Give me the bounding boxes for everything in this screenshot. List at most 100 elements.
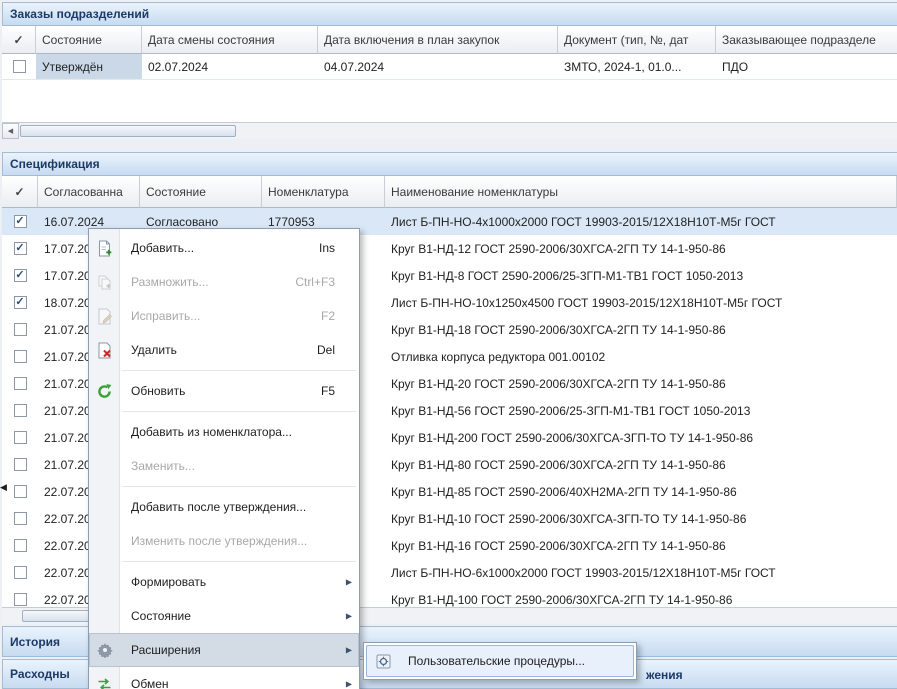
row-checkbox[interactable] [14, 323, 27, 336]
menu-separator [122, 370, 356, 371]
menu-item-shortcut: Ins [305, 241, 335, 255]
menu-item-shortcut: F2 [307, 309, 335, 323]
orders-column-header-2[interactable]: Дата включения в план закупок [318, 26, 558, 54]
empty-icon-slot [95, 423, 114, 441]
spec-column-header-0[interactable]: Согласованна [38, 176, 140, 208]
menu-item-replace: Заменить... [89, 449, 359, 483]
context-menu: Добавить... Ins Размножить... Ctrl+F3 Исправ… [88, 228, 360, 689]
edit-document-icon [95, 307, 114, 325]
orders-grid-body: Утверждён02.07.202404.07.2024ЗМТО, 2024-… [2, 54, 897, 122]
row-checkbox[interactable] [14, 296, 27, 309]
app-window: Заказы подразделений ✓СостояниеДата смен… [0, 0, 897, 689]
spec-row-checkbox-cell [2, 424, 38, 451]
spec-row-checkbox-cell [2, 316, 38, 343]
menu-item-shortcut: F5 [307, 384, 335, 398]
menu-item-label: Добавить... [131, 241, 194, 255]
spec-cell-3: Лист Б-ПН-НО-6х1000х2000 ГОСТ 19903-2015… [385, 559, 897, 586]
row-checkbox[interactable] [14, 539, 27, 552]
orders-column-header-4[interactable]: Заказывающее подразделе [716, 26, 897, 54]
menu-item-edit: Исправить... F2 [89, 299, 359, 333]
spec-cell-3: Круг В1-НД-200 ГОСТ 2590-2006/30ХГСА-ЗГП… [385, 424, 897, 451]
scrollbar-thumb[interactable] [20, 125, 236, 137]
orders-column-header-0[interactable]: Состояние [36, 26, 142, 54]
spec-row-checkbox-cell [2, 505, 38, 532]
row-checkbox[interactable] [14, 512, 27, 525]
orders-row-0[interactable]: Утверждён02.07.202404.07.2024ЗМТО, 2024-… [2, 54, 897, 80]
spec-panel-header[interactable]: Спецификация [2, 152, 897, 176]
spec-cell-3: Лист Б-ПН-НО-10х1250х4500 ГОСТ 19903-201… [385, 289, 897, 316]
spec-row-checkbox-cell [2, 397, 38, 424]
right-panel-title-fragment: жения [646, 668, 683, 682]
row-checkbox[interactable] [14, 404, 27, 417]
orders-cell-2: 04.07.2024 [318, 54, 558, 79]
orders-cell-0: Утверждён [36, 54, 142, 79]
spec-column-header-1[interactable]: Состояние [140, 176, 262, 208]
spec-row-checkbox-cell [2, 343, 38, 370]
menu-item-label: Исправить... [131, 309, 200, 323]
empty-icon-slot [95, 573, 114, 591]
row-checkbox[interactable] [13, 60, 26, 73]
spec-column-header-3[interactable]: Наименование номенклатуры [385, 176, 897, 208]
user-procedures-icon [374, 652, 393, 670]
spec-cell-3: Лист Б-ПН-НО-4х1000х2000 ГОСТ 19903-2015… [385, 208, 897, 235]
row-checkbox[interactable] [14, 593, 27, 606]
menu-item-add-after-approval[interactable]: Добавить после утверждения... [89, 490, 359, 524]
row-checkbox[interactable] [14, 377, 27, 390]
spec-select-all-header[interactable]: ✓ [2, 176, 38, 208]
orders-horizontal-scrollbar[interactable]: ◀ [2, 122, 897, 139]
menu-item-refresh[interactable]: Обновить F5 [89, 374, 359, 408]
menu-item-label: Размножить... [131, 275, 209, 289]
scroll-left-button[interactable]: ◀ [2, 123, 19, 139]
spec-cell-3: Отливка корпуса редуктора 001.00102 [385, 343, 897, 370]
menu-item-delete[interactable]: УдалитьDel [89, 333, 359, 367]
spec-row-checkbox-cell [2, 586, 38, 607]
menu-item-exchange[interactable]: Обмен▶ [89, 667, 359, 689]
menu-item-label: Добавить из номенклатора... [131, 425, 292, 439]
menu-item-form[interactable]: Формировать▶ [89, 565, 359, 599]
menu-item-add[interactable]: Добавить... Ins [89, 231, 359, 265]
spec-panel-title: Спецификация [10, 157, 100, 171]
row-checkbox[interactable] [14, 350, 27, 363]
menu-item-edit-after-approval: Изменить после утверждения... [89, 524, 359, 558]
menu-item-label: Состояние [131, 609, 191, 623]
row-checkbox[interactable] [14, 242, 27, 255]
row-checkbox[interactable] [14, 269, 27, 282]
submenu-item-user-procedures[interactable]: Пользовательские процедуры... [366, 645, 634, 677]
menu-item-label: Расширения [131, 643, 201, 657]
row-checkbox[interactable] [14, 566, 27, 579]
spec-cell-3: Круг В1-НД-80 ГОСТ 2590-2006/30ХГСА-2ГП … [385, 451, 897, 478]
row-checkbox[interactable] [14, 458, 27, 471]
splitter-collapse-arrow-icon[interactable]: ◀ [0, 483, 7, 492]
empty-icon-slot [95, 457, 114, 475]
orders-panel-header[interactable]: Заказы подразделений [2, 2, 897, 26]
orders-column-header-1[interactable]: Дата смены состояния [142, 26, 318, 54]
spec-cell-3: Круг В1-НД-8 ГОСТ 2590-2006/25-3ГП-М1-ТВ… [385, 262, 897, 289]
menu-separator [122, 561, 356, 562]
spec-column-header-2[interactable]: Номенклатура [262, 176, 385, 208]
spec-cell-3: Круг В1-НД-18 ГОСТ 2590-2006/30ХГСА-2ГП … [385, 316, 897, 343]
submenu-arrow-icon: ▶ [346, 680, 352, 689]
exchange-icon [95, 675, 114, 689]
orders-cell-3: ЗМТО, 2024-1, 01.0... [558, 54, 716, 79]
menu-item-label: Изменить после утверждения... [131, 534, 307, 548]
row-checkbox[interactable] [14, 215, 27, 228]
empty-icon-slot [95, 532, 114, 550]
spec-row-checkbox-cell [2, 235, 38, 262]
menu-item-state[interactable]: Состояние ▶ [89, 599, 359, 633]
orders-select-all-header[interactable]: ✓ [2, 26, 36, 54]
submenu-arrow-icon: ▶ [346, 612, 352, 621]
row-checkbox[interactable] [14, 431, 27, 444]
scroll-left-icon: ◀ [8, 127, 13, 135]
spec-row-checkbox-cell [2, 370, 38, 397]
empty-icon-slot [95, 498, 114, 516]
row-checkbox[interactable] [14, 485, 27, 498]
spec-cell-3: Круг В1-НД-85 ГОСТ 2590-2006/40ХН2МА-2ГП… [385, 478, 897, 505]
menu-item-shortcut: Ctrl+F3 [281, 275, 335, 289]
history-panel-title: История [10, 635, 60, 649]
spec-row-checkbox-cell [2, 262, 38, 289]
menu-item-extensions[interactable]: Расширения▶ [89, 633, 359, 667]
menu-item-add-from-nomenclator[interactable]: Добавить из номенклатора... [89, 415, 359, 449]
menu-item-clone: Размножить... Ctrl+F3 [89, 265, 359, 299]
orders-column-header-3[interactable]: Документ (тип, №, дат [558, 26, 716, 54]
menu-item-label: Обновить [131, 384, 185, 398]
